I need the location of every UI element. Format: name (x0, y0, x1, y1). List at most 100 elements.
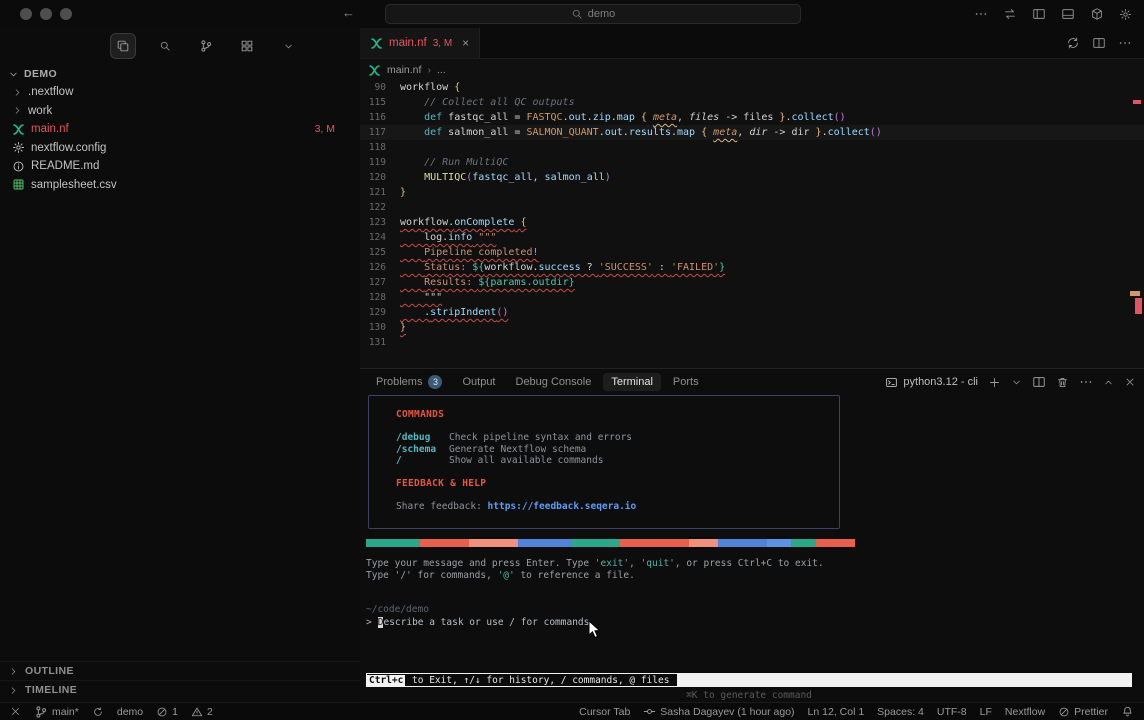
activity-search-button[interactable] (153, 34, 177, 58)
code-line[interactable]: 130} (360, 320, 1144, 335)
code-line[interactable]: 123workflow.onComplete { (360, 215, 1144, 230)
panel-tab-terminal[interactable]: Terminal (603, 373, 661, 391)
chevron-up-icon[interactable] (1103, 377, 1114, 388)
minimize-window-button[interactable] (40, 8, 52, 20)
status-item-sasha-dagayev-1-hour-ago-[interactable]: Sasha Dagayev (1 hour ago) (643, 705, 794, 718)
code-line[interactable]: 118 (360, 140, 1144, 155)
more-icon[interactable] (1079, 375, 1093, 389)
code-line[interactable]: 125 Pipeline completed! (360, 245, 1144, 260)
code-line[interactable]: 116 def fastqc_all = FASTQC.out.zip.map … (360, 110, 1144, 125)
tree-item-main-nf[interactable]: main.nf3, M (0, 120, 360, 139)
panel-tab-problems[interactable]: Problems 3 (368, 372, 450, 392)
code-line[interactable]: 131 (360, 335, 1144, 350)
activity-grid-button[interactable] (235, 34, 259, 58)
tree-item-work[interactable]: work (0, 102, 360, 121)
code-line[interactable]: 117 def salmon_all = SALMON_QUANT.out.re… (360, 125, 1144, 140)
code-line[interactable]: 128 """ (360, 290, 1144, 305)
maximize-window-button[interactable] (60, 8, 72, 20)
status-item-lf[interactable]: LF (980, 706, 992, 718)
file-tree: .nextflowworkmain.nf3, Mnextflow.configR… (0, 83, 360, 194)
tree-item-readme-md[interactable]: README.md (0, 157, 360, 176)
status-item-main-[interactable]: main* (34, 705, 79, 719)
tab-main-nf[interactable]: main.nf 3, M × (360, 28, 480, 58)
status-item-2[interactable]: 2 (191, 706, 213, 718)
panel-tab-label: Problems (376, 376, 422, 388)
code-line[interactable]: 120 MULTIQC(fastqc_all, salmon_all) (360, 170, 1144, 185)
status-item[interactable] (92, 706, 104, 718)
terminal-view[interactable]: COMMANDS /debug Check pipeline syntax an… (360, 395, 1144, 703)
activity-branch-button[interactable] (194, 34, 218, 58)
tree-item-samplesheet-csv[interactable]: samplesheet.csv (0, 176, 360, 195)
status-item-spaces-4[interactable]: Spaces: 4 (877, 706, 924, 718)
split-icon[interactable] (1032, 375, 1046, 389)
code-line[interactable]: 90workflow { (360, 80, 1144, 95)
command-center-search[interactable]: demo (385, 4, 801, 24)
input-placeholder: escribe a task or use / for commands (383, 617, 589, 628)
status-item[interactable] (10, 706, 21, 717)
terminal-input[interactable]: Describe a task or use / for commands (378, 617, 590, 628)
more-icon[interactable] (974, 7, 988, 21)
csv-icon (12, 178, 25, 191)
status-bar: main* demo 1 2 Cursor Tab Sasha Dagayev … (0, 702, 1144, 720)
code-line[interactable]: 121} (360, 185, 1144, 200)
status-item-1[interactable]: 1 (156, 706, 178, 718)
close-tab-icon[interactable]: × (462, 36, 469, 50)
breadcrumb[interactable]: main.nf › ... (360, 59, 1144, 81)
plus-icon[interactable] (988, 376, 1001, 389)
code-line[interactable]: 129 .stripIndent() (360, 305, 1144, 320)
code-line[interactable]: 115 // Collect all QC outputs (360, 95, 1144, 110)
tree-item--nextflow[interactable]: .nextflow (0, 83, 360, 102)
code-line[interactable]: 124 log.info """ (360, 230, 1144, 245)
command-row: / Show all available commands (396, 455, 839, 467)
close-icon[interactable] (1124, 376, 1136, 388)
more-icon[interactable] (1118, 36, 1132, 50)
layout-panel-icon[interactable] (1061, 7, 1075, 21)
breadcrumb-file[interactable]: main.nf (387, 64, 421, 76)
status-item-utf-8[interactable]: UTF-8 (937, 706, 967, 718)
window-controls[interactable] (20, 8, 72, 20)
code-line[interactable]: 122 (360, 200, 1144, 215)
panel-tab-ports[interactable]: Ports (665, 373, 707, 391)
status-item-prettier[interactable]: Prettier (1058, 706, 1108, 718)
active-terminal-chip[interactable]: python3.12 - cli (885, 376, 978, 389)
split-icon[interactable] (1092, 36, 1106, 50)
code-line[interactable]: 119 // Run MultiQC (360, 155, 1144, 170)
sidebar-bottom-sections: OUTLINE TIMELINE (0, 661, 360, 699)
tree-item-nextflow-config[interactable]: nextflow.config (0, 139, 360, 158)
gradient-segment (571, 539, 620, 547)
line-number: 122 (360, 200, 400, 215)
gear-icon[interactable] (1119, 8, 1132, 21)
error-icon (1058, 706, 1070, 718)
status-item-ln-12-col-1[interactable]: Ln 12, Col 1 (808, 706, 865, 718)
layout-sidebar-icon[interactable] (1032, 7, 1046, 21)
activity-chevron-down-button[interactable] (276, 34, 300, 58)
line-number: 120 (360, 170, 400, 185)
close-window-button[interactable] (20, 8, 32, 20)
trash-icon[interactable] (1056, 376, 1069, 389)
overview-ruler-error-mark (1133, 100, 1141, 104)
panel-tab-debug-console[interactable]: Debug Console (508, 373, 600, 391)
explorer-section-header[interactable]: DEMO (0, 64, 360, 83)
cube-icon[interactable] (1090, 7, 1104, 21)
code-editor[interactable]: 90workflow {115 // Collect all QC output… (360, 80, 1144, 369)
status-item[interactable] (1121, 705, 1134, 718)
chevron-down-icon[interactable] (1011, 377, 1022, 388)
status-item-cursor-tab[interactable]: Cursor Tab (579, 706, 630, 718)
sidebar-section-outline[interactable]: OUTLINE (0, 661, 360, 680)
breadcrumb-symbol[interactable]: ... (437, 64, 446, 76)
terminal-prompt-line[interactable]: >Describe a task or use / for commands (366, 617, 589, 628)
compare-icon[interactable] (1066, 36, 1080, 50)
panel-tab-output[interactable]: Output (454, 373, 503, 391)
swap-icon[interactable] (1003, 7, 1017, 21)
commit-icon (643, 705, 656, 718)
nextflow-icon (368, 64, 381, 77)
code-line[interactable]: 126 Status: ${workflow.success ? 'SUCCES… (360, 260, 1144, 275)
activity-copy-button[interactable] (110, 33, 136, 59)
code-line[interactable]: 127 Results: ${params.outdir} (360, 275, 1144, 290)
feedback-link[interactable]: https://feedback.seqera.io (488, 501, 637, 512)
warn-icon (191, 706, 203, 718)
sidebar-section-timeline[interactable]: TIMELINE (0, 680, 360, 699)
back-arrow-icon[interactable]: ← (342, 5, 355, 20)
status-item-demo[interactable]: demo (117, 706, 143, 718)
status-item-nextflow[interactable]: Nextflow (1005, 706, 1045, 718)
